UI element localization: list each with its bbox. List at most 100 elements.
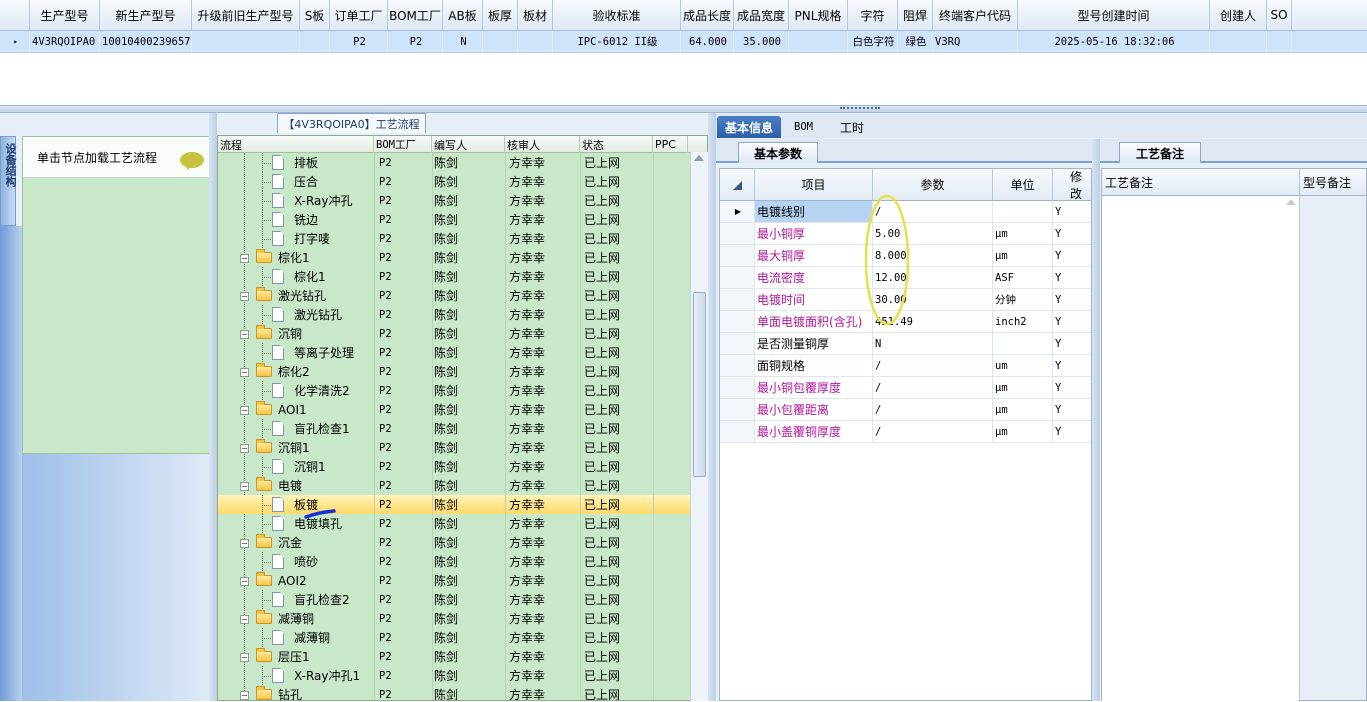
param-cell-unit[interactable]: μm [993, 421, 1053, 442]
param-cell-item[interactable]: 最小包覆距离 [755, 399, 873, 420]
param-cell-item[interactable]: 电镀时间 [755, 289, 873, 310]
param-cell-value[interactable]: 8.000 [873, 245, 993, 266]
tab-work-hours[interactable]: 工时 [832, 116, 872, 138]
tree-col-header[interactable]: 编写人 [432, 136, 505, 153]
param-cell-mod[interactable]: Y [1053, 201, 1091, 222]
top-col-header[interactable]: 创建人 [1210, 0, 1267, 30]
param-row[interactable]: 面铜规格 / um Y [720, 355, 1091, 377]
speech-bubble-icon[interactable] [180, 152, 204, 170]
tree-col-header[interactable]: BOM工厂 [374, 136, 432, 153]
param-cell-item[interactable]: 最小盖覆铜厚度 [755, 421, 873, 442]
top-col-header[interactable]: 成品宽度 [734, 0, 789, 30]
col-process-notes[interactable]: 工艺备注 [1102, 169, 1300, 196]
param-cell-mod[interactable]: Y [1053, 289, 1091, 310]
tree-row[interactable]: − 沉金 P2 陈剑 方幸幸 已上网 [218, 533, 692, 552]
param-cell-item[interactable]: 最大铜厚 [755, 245, 873, 266]
tree-row[interactable]: 排板 P2 陈剑 方幸幸 已上网 [218, 153, 692, 172]
param-cell-unit[interactable] [993, 201, 1053, 222]
collapse-icon[interactable]: − [240, 330, 249, 339]
tree-row[interactable]: − AOI2 P2 陈剑 方幸幸 已上网 [218, 571, 692, 590]
tree-col-header[interactable]: 核审人 [505, 136, 580, 153]
top-cell[interactable]: V3RQ [933, 31, 1018, 52]
param-cell-item[interactable]: 最小铜包覆厚度 [755, 377, 873, 398]
tree-scrollbar[interactable] [690, 152, 708, 701]
tab-basic-params[interactable]: 基本参数 [738, 142, 818, 163]
top-col-header[interactable]: AB板 [443, 0, 483, 30]
top-col-header[interactable]: 成品长度 [681, 0, 734, 30]
collapse-icon[interactable]: − [240, 444, 249, 453]
collapse-icon[interactable]: − [240, 482, 249, 491]
param-cell-mod[interactable]: Y [1053, 223, 1091, 244]
middle-vertical-splitter[interactable] [708, 113, 716, 701]
tab-bom[interactable]: BOM [786, 116, 821, 138]
notes-body[interactable] [1102, 196, 1300, 702]
col-param[interactable]: 参数 [873, 169, 993, 201]
param-row[interactable]: 最小铜包覆厚度 / μm Y [720, 377, 1091, 399]
top-col-header[interactable]: S板 [300, 0, 330, 30]
col-modify[interactable]: 修改 [1053, 169, 1091, 201]
tree-row[interactable]: 喷砂 P2 陈剑 方幸幸 已上网 [218, 552, 692, 571]
top-cell[interactable]: 10010400239657 [100, 31, 192, 52]
tree-row[interactable]: − 沉铜 P2 陈剑 方幸幸 已上网 [218, 324, 692, 343]
top-cell[interactable]: IPC-6012 II级 [553, 31, 681, 52]
tree-row[interactable]: − 棕化2 P2 陈剑 方幸幸 已上网 [218, 362, 692, 381]
param-cell-value[interactable]: 5.00 [873, 223, 993, 244]
top-cell[interactable] [483, 31, 518, 52]
param-cell-unit[interactable]: um [993, 355, 1053, 376]
param-cell-item[interactable]: 电镀线别 [755, 201, 873, 222]
param-cell-mod[interactable]: Y [1053, 377, 1091, 398]
horizontal-splitter[interactable] [0, 105, 1367, 113]
param-cell-unit[interactable]: μm [993, 245, 1053, 266]
tree-row[interactable]: 棕化1 P2 陈剑 方幸幸 已上网 [218, 267, 692, 286]
collapse-icon[interactable]: − [240, 539, 249, 548]
notes-scroll-up-icon[interactable] [1286, 199, 1296, 205]
tree-row[interactable]: 等离子处理 P2 陈剑 方幸幸 已上网 [218, 343, 692, 362]
collapse-icon[interactable]: − [240, 653, 249, 662]
param-cell-mod[interactable]: Y [1053, 355, 1091, 376]
collapse-icon[interactable]: − [240, 292, 249, 301]
collapse-icon[interactable]: − [240, 368, 249, 377]
collapse-icon[interactable]: − [240, 577, 249, 586]
collapse-icon[interactable]: − [240, 406, 249, 415]
top-col-header[interactable]: SO [1267, 0, 1292, 30]
top-cell[interactable]: N [443, 31, 483, 52]
top-col-header[interactable]: BOM工厂 [388, 0, 443, 30]
tab-basic-info[interactable]: 基本信息 [717, 116, 782, 138]
param-cell-item[interactable]: 单面电镀面积(含孔) [755, 311, 873, 332]
tab-process-notes[interactable]: 工艺备注 [1119, 142, 1201, 163]
param-cell-mod[interactable]: Y [1053, 421, 1091, 442]
param-cell-unit[interactable]: inch2 [993, 311, 1053, 332]
tree-row[interactable]: 铣边 P2 陈剑 方幸幸 已上网 [218, 210, 692, 229]
param-cell-value[interactable]: / [873, 421, 993, 442]
top-col-header[interactable]: 新生产型号 [100, 0, 192, 30]
param-cell-unit[interactable]: μm [993, 377, 1053, 398]
param-row[interactable]: ▶ 电镀线别 / Y [720, 201, 1091, 223]
top-col-header[interactable]: 终端客户代码 [933, 0, 1018, 30]
param-cell-value[interactable]: / [873, 399, 993, 420]
top-cell[interactable]: 绿色 [898, 31, 933, 52]
top-col-header[interactable]: 验收标准 [553, 0, 681, 30]
tree-row[interactable]: 板镀 P2 陈剑 方幸幸 已上网 [218, 495, 692, 514]
tree-row[interactable]: − 电镀 P2 陈剑 方幸幸 已上网 [218, 476, 692, 495]
tree-col-header[interactable]: 流程 [218, 136, 374, 153]
left-vertical-splitter[interactable] [209, 113, 217, 701]
param-cell-item[interactable]: 是否测量铜厚 [755, 333, 873, 354]
collapse-icon[interactable]: − [240, 691, 249, 700]
param-cell-unit[interactable]: μm [993, 223, 1053, 244]
top-col-header[interactable]: 升级前旧生产型号 [192, 0, 300, 30]
top-col-header[interactable]: 字符 [848, 0, 898, 30]
top-cell[interactable] [1267, 31, 1292, 52]
top-cell[interactable]: 35.000 [734, 31, 789, 52]
param-cell-unit[interactable]: μm [993, 399, 1053, 420]
param-row[interactable]: 电镀时间 30.00 分钟 Y [720, 289, 1091, 311]
tree-row[interactable]: − 沉铜1 P2 陈剑 方幸幸 已上网 [218, 438, 692, 457]
top-grid-row[interactable]: ▸ 4V3RQOIPA0 10010400239657 P2 P2 N IPC-6012 I… [0, 31, 1367, 53]
param-row[interactable]: 最小铜厚 5.00 μm Y [720, 223, 1091, 245]
param-cell-mod[interactable]: Y [1053, 399, 1091, 420]
param-cell-mod[interactable]: Y [1053, 333, 1091, 354]
tree-row[interactable]: − 激光钻孔 P2 陈剑 方幸幸 已上网 [218, 286, 692, 305]
tree-row[interactable]: X-Ray冲孔1 P2 陈剑 方幸幸 已上网 [218, 666, 692, 685]
top-cell[interactable]: P2 [330, 31, 388, 52]
tree-row[interactable]: − 棕化1 P2 陈剑 方幸幸 已上网 [218, 248, 692, 267]
top-cell[interactable] [1210, 31, 1267, 52]
